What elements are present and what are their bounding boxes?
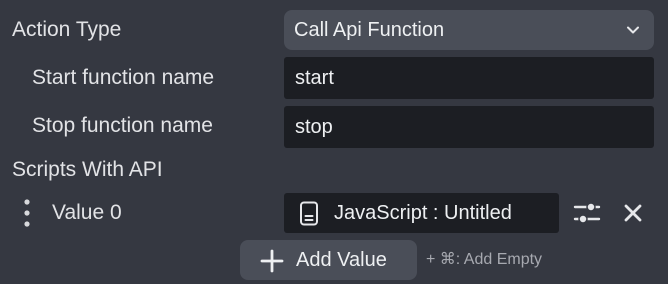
start-function-label: Start function name [32, 66, 215, 89]
scripts-with-api-label: Scripts With API [12, 158, 163, 181]
close-icon[interactable] [618, 198, 648, 228]
drag-handle-icon[interactable] [23, 198, 31, 228]
add-value-label: Add Value [296, 249, 387, 271]
chevron-down-icon [627, 26, 639, 34]
action-type-label: Action Type [12, 18, 122, 41]
add-empty-hint: + ⌘: Add Empty [426, 251, 543, 268]
document-icon [300, 201, 318, 226]
start-function-input[interactable]: start [284, 57, 654, 99]
action-type-dropdown[interactable]: Call Api Function [284, 10, 654, 50]
script-reference-text: JavaScript : Untitled [334, 202, 512, 224]
stop-function-label: Stop function name [32, 114, 213, 137]
stop-function-input[interactable]: stop [284, 106, 654, 148]
plus-icon [260, 249, 284, 273]
sliders-icon[interactable] [572, 198, 602, 228]
value-item-label: Value 0 [52, 201, 122, 224]
action-type-value: Call Api Function [294, 19, 445, 41]
add-value-button[interactable]: Add Value [240, 240, 417, 280]
script-reference-field[interactable]: JavaScript : Untitled [284, 193, 559, 233]
